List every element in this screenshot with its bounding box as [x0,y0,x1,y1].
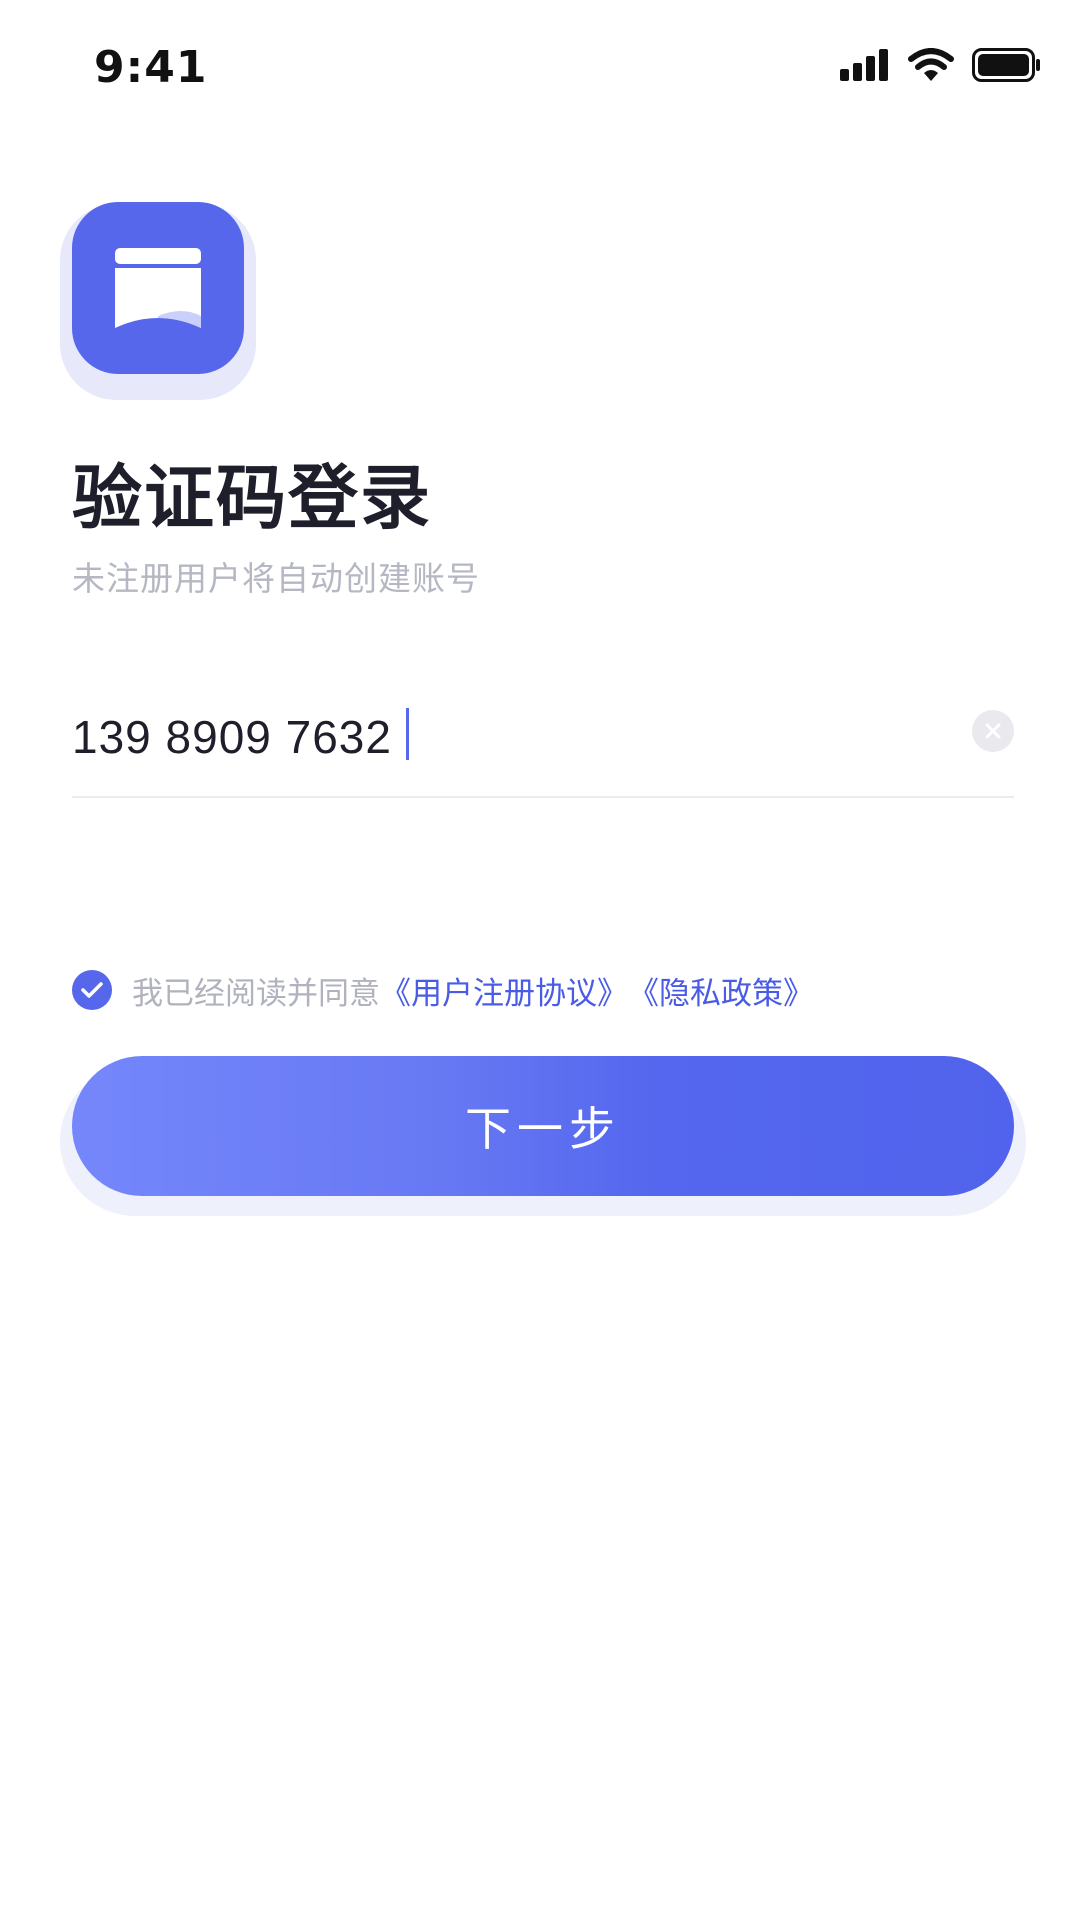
signal-icon [840,49,888,81]
app-logo [60,196,260,400]
phone-input[interactable] [72,702,932,772]
user-agreement-link[interactable]: 《用户注册协议》 [380,968,628,1013]
agreement-text: 我已经阅读并同意 [132,975,380,1012]
status-time: 9:41 [94,42,208,93]
status-icons [840,48,1042,82]
wifi-icon [908,48,954,81]
app-logo-icon [72,202,244,374]
check-icon [81,982,103,998]
battery-icon [972,48,1040,82]
page-title: 验证码登录 [72,457,432,539]
text-caret [406,708,409,760]
agreement-checkbox[interactable] [72,970,112,1010]
page-subtitle: 未注册用户将自动创建账号 [72,559,480,598]
status-bar: 9:41 [0,0,1080,140]
next-button[interactable]: 下一步 [72,1056,1014,1196]
close-icon [985,723,1001,739]
privacy-policy-link[interactable]: 《隐私政策》 [628,968,814,1013]
phone-field [72,690,1014,798]
login-screen: 9:41 验证码登录 未注册用户将自动创建账号 139 8909 7632 我已… [0,0,1080,1920]
agreement-row: 我已经阅读并同意 《用户注册协议》 《隐私政策》 [72,966,814,1014]
clear-input-button[interactable] [972,710,1014,752]
